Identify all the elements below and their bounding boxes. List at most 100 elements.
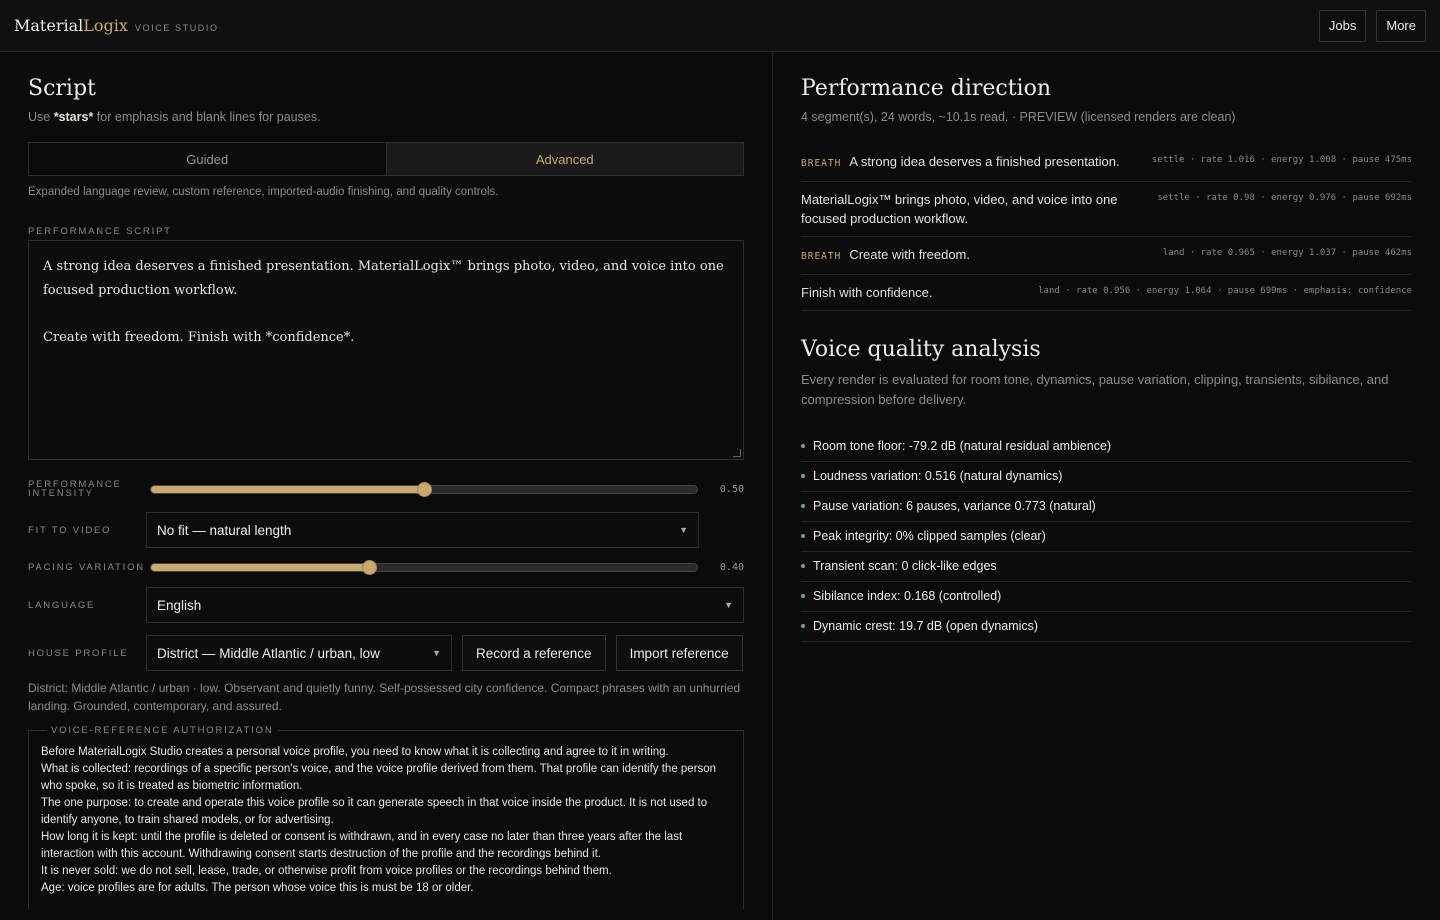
fit-row: FIT TO VIDEO No fit — natural length ▼ (28, 512, 744, 548)
auth-line: The one purpose: to create and operate t… (41, 797, 708, 826)
auth-line: Age: voice profiles are for adults. The … (41, 882, 474, 894)
segment-text: Finish with confidence. (801, 285, 933, 300)
record-reference-button[interactable]: Record a reference (462, 635, 606, 671)
quality-item-text: Room tone floor: -79.2 dB (natural resid… (813, 439, 1112, 453)
profile-row: HOUSE PROFILE District — Middle Atlantic… (28, 635, 744, 671)
profile-select[interactable]: District — Middle Atlantic / urban, low … (146, 635, 452, 671)
quality-description: Every render is evaluated for room tone,… (801, 372, 1389, 407)
brand-subtitle: VOICE STUDIO (134, 23, 219, 33)
auth-line: What is collected: recordings of a speci… (41, 763, 717, 792)
quality-item: Dynamic crest: 19.7 dB (open dynamics) (801, 612, 1412, 642)
auth-line: How long it is kept: until the profile i… (41, 831, 683, 860)
chevron-down-icon: ▼ (679, 525, 688, 535)
script-hint: Use *stars* for emphasis and blank lines… (28, 110, 744, 124)
brand-main: Material (14, 16, 84, 35)
language-select[interactable]: English ▼ (146, 587, 744, 623)
quality-item-text: Pause variation: 6 pauses, variance 0.77… (813, 499, 1096, 513)
auth-line: It is never sold: we do not sell, lease,… (41, 865, 612, 877)
quality-item: Peak integrity: 0% clipped samples (clea… (801, 522, 1412, 552)
direction-list: BREATH A strong idea deserves a finished … (801, 144, 1412, 311)
mode-note: Expanded language review, custom referen… (28, 186, 499, 198)
pacing-label: PACING VARIATION (28, 562, 145, 573)
segment-meta: settle · rate 1.016 · energy 1.008 · pau… (1151, 155, 1412, 165)
pacing-value: 0.40 (719, 562, 744, 573)
status-dot-icon (801, 534, 805, 538)
intensity-slider[interactable] (149, 481, 698, 497)
analysis-panel: Performance direction 4 segment(s), 24 w… (773, 52, 1440, 920)
more-button[interactable]: More (1376, 9, 1426, 42)
auth-line: Before MaterialLogix Studio creates a pe… (41, 746, 669, 758)
script-title: Script (28, 76, 96, 101)
status-dot-icon (801, 444, 805, 448)
segment-text: Create with freedom. (849, 247, 970, 262)
pacing-slider-thumb[interactable] (362, 560, 378, 575)
quality-item-text: Sibilance index: 0.168 (controlled) (813, 589, 1002, 603)
profile-label: HOUSE PROFILE (28, 647, 129, 659)
segment-meta: settle · rate 0.98 · energy 0.976 · paus… (1157, 193, 1412, 203)
language-row: LANGUAGE English ▼ (28, 587, 744, 623)
fit-select[interactable]: No fit — natural length ▼ (146, 512, 699, 548)
mode-toggle: Guided Advanced (28, 142, 744, 176)
language-select-value: English (157, 597, 202, 613)
segment-tag: BREATH (801, 158, 842, 169)
quality-item: Pause variation: 6 pauses, variance 0.77… (801, 492, 1412, 522)
script-panel: Script Use *stars* for emphasis and blan… (0, 52, 773, 920)
hint-bold: *stars* (53, 110, 94, 124)
status-dot-icon (801, 594, 805, 598)
quality-list: Room tone floor: -79.2 dB (natural resid… (801, 432, 1412, 642)
direction-summary: 4 segment(s), 24 words, ~10.1s read. · P… (801, 110, 1236, 124)
pacing-slider[interactable] (149, 560, 698, 575)
fit-select-value: No fit — natural length (157, 522, 292, 538)
chevron-down-icon: ▼ (724, 600, 733, 610)
quality-item: Loudness variation: 0.516 (natural dynam… (801, 462, 1412, 492)
fit-label: FIT TO VIDEO (28, 524, 112, 536)
brand-accent: Logix (83, 16, 128, 35)
hint-suffix: for emphasis and blank lines for pauses. (93, 110, 321, 124)
jobs-button[interactable]: Jobs (1318, 9, 1367, 42)
profile-description: District: Middle Atlantic / urban · low.… (28, 681, 741, 713)
status-dot-icon (801, 564, 805, 568)
brand-logo[interactable]: Material Logix VOICE STUDIO (14, 16, 219, 35)
direction-segment: MaterialLogix™ brings photo, video, and … (801, 182, 1412, 237)
segment-tag: BREATH (801, 251, 842, 262)
intensity-slider-thumb[interactable] (416, 481, 432, 497)
authorization-text: Before MaterialLogix Studio creates a pe… (41, 744, 731, 897)
segment-text: MaterialLogix™ brings photo, video, and … (801, 192, 1118, 226)
import-reference-button[interactable]: Import reference (615, 635, 743, 671)
quality-item-text: Dynamic crest: 19.7 dB (open dynamics) (813, 619, 1039, 633)
intensity-label: PERFORMANCE INTENSITY (28, 479, 122, 499)
pacing-row: PACING VARIATION 0.40 (28, 560, 744, 575)
tab-guided[interactable]: Guided (29, 143, 386, 175)
script-paragraph-1: A strong idea deserves a finished presen… (43, 259, 724, 298)
tab-advanced[interactable]: Advanced (385, 143, 743, 175)
performance-script-label: PERFORMANCE SCRIPT (28, 226, 172, 237)
quality-item: Sibilance index: 0.168 (controlled) (801, 582, 1412, 612)
quality-item-text: Peak integrity: 0% clipped samples (clea… (813, 529, 1046, 543)
status-dot-icon (801, 474, 805, 478)
quality-item-text: Transient scan: 0 click-like edges (813, 559, 997, 573)
quality-item-text: Loudness variation: 0.516 (natural dynam… (813, 469, 1063, 483)
top-nav: Jobs More (1318, 9, 1426, 42)
quality-title: Voice quality analysis (801, 337, 1041, 362)
direction-segment: BREATH Create with freedom. land · rate 0… (801, 237, 1412, 275)
segment-meta: land · rate 0.956 · energy 1.064 · pause… (1038, 286, 1412, 296)
resize-handle-icon[interactable] (733, 449, 741, 457)
main-area: Script Use *stars* for emphasis and blan… (0, 52, 1440, 920)
quality-item: Transient scan: 0 click-like edges (801, 552, 1412, 582)
top-bar: Material Logix VOICE STUDIO Jobs More (0, 0, 1440, 52)
segment-text: A strong idea deserves a finished presen… (849, 154, 1120, 169)
hint-prefix: Use (28, 110, 54, 124)
language-label: LANGUAGE (28, 599, 96, 611)
voice-authorization: VOICE-REFERENCE AUTHORIZATION Before Mat… (28, 725, 744, 909)
pacing-slider-fill (150, 564, 370, 571)
status-dot-icon (801, 624, 805, 628)
direction-segment: Finish with confidence. land · rate 0.95… (801, 275, 1412, 311)
intensity-row: PERFORMANCE INTENSITY 0.50 (28, 479, 744, 499)
chevron-down-icon: ▼ (432, 648, 441, 658)
direction-segment: BREATH A strong idea deserves a finished … (801, 144, 1412, 182)
intensity-slider-fill (150, 485, 424, 493)
direction-title: Performance direction (801, 76, 1052, 101)
script-paragraph-2: Create with freedom. Finish with *confid… (43, 330, 355, 345)
script-textarea[interactable]: A strong idea deserves a finished presen… (28, 240, 744, 460)
status-dot-icon (801, 504, 805, 508)
